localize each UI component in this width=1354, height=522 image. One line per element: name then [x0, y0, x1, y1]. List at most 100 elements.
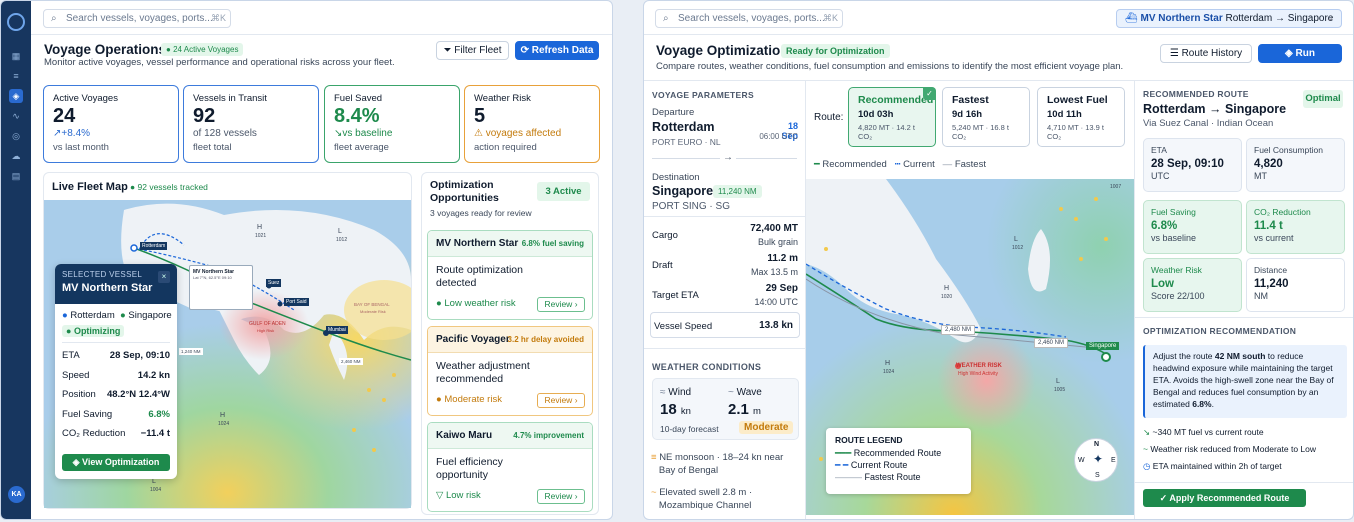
- refresh-icon: ⟳: [520, 45, 532, 56]
- route-legend-top: ━ Recommended ┅ Current — Fastest: [814, 159, 986, 170]
- popup-row-speed: Speed 14.2 kn: [62, 370, 170, 381]
- opportunity-card[interactable]: Pacific Voyager 3.2 hr delay avoided Weat…: [427, 326, 593, 416]
- port-label-port-said[interactable]: Port Said: [284, 298, 309, 306]
- opp-title-line1: Optimization: [430, 179, 494, 191]
- opp-risk: ▽ Low risk: [436, 490, 481, 501]
- zone-sub-bay: Moderate Risk: [360, 309, 386, 314]
- dashboard-icon[interactable]: ▦: [9, 49, 23, 63]
- review-button[interactable]: Review ›: [537, 297, 585, 312]
- activity-icon[interactable]: ∿: [9, 109, 23, 123]
- search-input[interactable]: ⌕ Search vessels, voyages, ports... ⌘K: [655, 9, 843, 28]
- popup-vessel-name: MV Northern Star: [62, 282, 153, 294]
- page-subtitle: Compare routes, weather conditions, fuel…: [656, 61, 1124, 72]
- compass-icon[interactable]: N S E W ✦: [1074, 438, 1118, 482]
- popup-destination: ● Singapore: [120, 310, 172, 321]
- kpi-label: Fuel Saved: [334, 93, 383, 104]
- tracked-count: ● 92 vessels tracked: [130, 182, 208, 192]
- route-map[interactable]: 2,480 NM 2,460 NM Singapore WEATHER RISK…: [806, 179, 1134, 515]
- wind-value: 18 kn: [660, 401, 691, 418]
- legend-fastest: ——— Fastest Route: [835, 472, 921, 482]
- route-option-fastest[interactable]: Fastest 9d 16h 5,240 MT · 16.8 t CO₂: [942, 87, 1030, 147]
- pressure-value: 1024: [218, 421, 230, 427]
- review-button[interactable]: Review ›: [537, 393, 585, 408]
- destination-port: Singapore: [652, 184, 714, 198]
- wind-icon: ≡: [651, 452, 660, 463]
- param-label: Vessel Speed: [654, 321, 713, 332]
- check-icon: ✓: [1159, 493, 1170, 503]
- refresh-data-button[interactable]: ⟳ Refresh Data: [515, 41, 599, 60]
- legend-recommended: ━━━ Recommended Route: [835, 448, 942, 458]
- recommended-route-name: Rotterdam → Singapore: [1143, 102, 1287, 116]
- port-label-singapore[interactable]: Singapore: [1086, 342, 1120, 350]
- route-option-lowest-fuel[interactable]: Lowest Fuel 10d 11h 4,710 MT · 13.9 t CO₂: [1037, 87, 1125, 147]
- metric-eta: ETA 28 Sep, 09:10 UTC: [1143, 138, 1242, 192]
- close-icon[interactable]: ×: [158, 271, 170, 283]
- pressure-low: L: [1014, 236, 1018, 243]
- departure-code: PORT EURO · NL: [652, 137, 721, 147]
- page-subtitle: Monitor active voyages, vessel performan…: [44, 57, 395, 68]
- route-legend: ROUTE LEGEND ━━━ Recommended Route ━ ━ C…: [826, 428, 971, 494]
- run-optimization-button[interactable]: ◈ Run Optimization: [1258, 44, 1342, 76]
- cloud-icon[interactable]: ☁: [9, 149, 23, 163]
- distance-badge: 11,240 NM: [713, 185, 762, 198]
- pressure-low: L: [152, 478, 156, 485]
- layers-icon[interactable]: ◈: [9, 89, 23, 103]
- distance-label: 2,460 NM: [1034, 338, 1069, 348]
- opp-gain: 3.2 hr delay avoided: [507, 335, 584, 344]
- kpi-label: Weather Risk: [474, 93, 531, 104]
- status-badge: ● 24 Active Voyages: [161, 43, 244, 56]
- app-logo-icon[interactable]: [7, 13, 25, 31]
- opp-gain: 4.7% improvement: [513, 431, 584, 440]
- divider: [1135, 317, 1353, 318]
- pressure-high: H: [885, 360, 891, 367]
- avatar[interactable]: KA: [8, 486, 25, 503]
- filter-fleet-button[interactable]: ⏷ Filter Fleet: [436, 41, 509, 60]
- filter-icon: ⏷: [443, 45, 455, 56]
- pressure-value: 1012: [1012, 245, 1024, 251]
- port-label-rotterdam[interactable]: Rotterdam: [140, 242, 168, 250]
- apply-route-button[interactable]: ✓ Apply Recommended Route: [1143, 489, 1306, 507]
- view-optimization-button[interactable]: ◈ View Optimization: [62, 454, 170, 471]
- port-label-suez[interactable]: Suez: [266, 279, 282, 287]
- opportunity-card[interactable]: Kaiwo Maru 4.7% improvement Fuel efficien…: [427, 422, 593, 512]
- opportunity-card[interactable]: MV Northern Star 6.8% fuel saving Route o…: [427, 230, 593, 320]
- pressure-high: H: [220, 412, 226, 419]
- weather-risk-label: WEATHER RISK: [956, 363, 1002, 369]
- port-label-mumbai[interactable]: Mumbai: [326, 326, 348, 334]
- opp-desc: detected: [436, 277, 477, 289]
- list-icon[interactable]: ≡: [9, 69, 23, 83]
- departure-port: Rotterdam: [652, 120, 715, 134]
- metric-fuel-saving: Fuel Saving 6.8% vs baseline: [1143, 200, 1242, 254]
- kpi-delta: ↗+8.4%: [53, 128, 91, 139]
- check-icon: ✓: [923, 87, 936, 100]
- kpi-active-voyages[interactable]: Active Voyages 24 ↗+8.4% vs last month: [43, 85, 179, 163]
- review-button[interactable]: Review ›: [537, 489, 585, 504]
- param-value: 13.8 kn: [759, 320, 793, 331]
- divider: [1135, 482, 1353, 483]
- vessel-speed-field[interactable]: Vessel Speed 13.8 kn: [650, 312, 800, 338]
- route-option-recommended[interactable]: Recommended 10d 03h 4,820 MT · 14.2 t CO₂ …: [848, 87, 936, 147]
- optimal-badge: Optimal: [1303, 90, 1343, 108]
- vessel-selector[interactable]: ⛴ MV Northern Star Rotterdam → Singapore…: [1116, 9, 1342, 28]
- target-icon[interactable]: ◎: [9, 129, 23, 143]
- search-input[interactable]: ⌕ Search vessels, voyages, ports... ⌘K: [43, 9, 231, 28]
- opp-vessel: Pacific Voyager: [436, 334, 510, 345]
- kpi-weather-risk[interactable]: Weather Risk 5 ⚠ voyages affected action…: [464, 85, 600, 163]
- divider: [62, 342, 170, 343]
- kpi-vessels-transit[interactable]: Vessels in Transit 92 of 128 vessels fle…: [183, 85, 319, 163]
- page-title: Voyage Operations: [44, 42, 167, 57]
- section-heading: OPTIMIZATION RECOMMENDATION: [1143, 326, 1297, 336]
- opp-risk: ● Low weather risk: [436, 298, 516, 309]
- popup-header-label: SELECTED VESSEL: [62, 270, 143, 279]
- route-history-button[interactable]: ☰ Route History: [1160, 44, 1252, 63]
- recommendation-note: Adjust the route 42 NM south to reduce h…: [1143, 345, 1347, 418]
- pressure-value: 1004: [150, 487, 162, 493]
- search-icon: ⌕: [51, 13, 57, 24]
- sidebar-rail: ▦ ≡ ◈ ∿ ◎ ☁ ▤ KA: [1, 1, 31, 519]
- kpi-fuel-saved[interactable]: Fuel Saved 8.4% ↘vs baseline fleet avera…: [324, 85, 460, 163]
- zone-label-gulf: GULF OF ADEN: [249, 321, 286, 327]
- param-value: 29 Sep: [765, 283, 798, 294]
- popup-origin: ● Rotterdam: [62, 310, 115, 321]
- param-sub: 14:00 UTC: [754, 297, 798, 307]
- database-icon[interactable]: ▤: [9, 169, 23, 183]
